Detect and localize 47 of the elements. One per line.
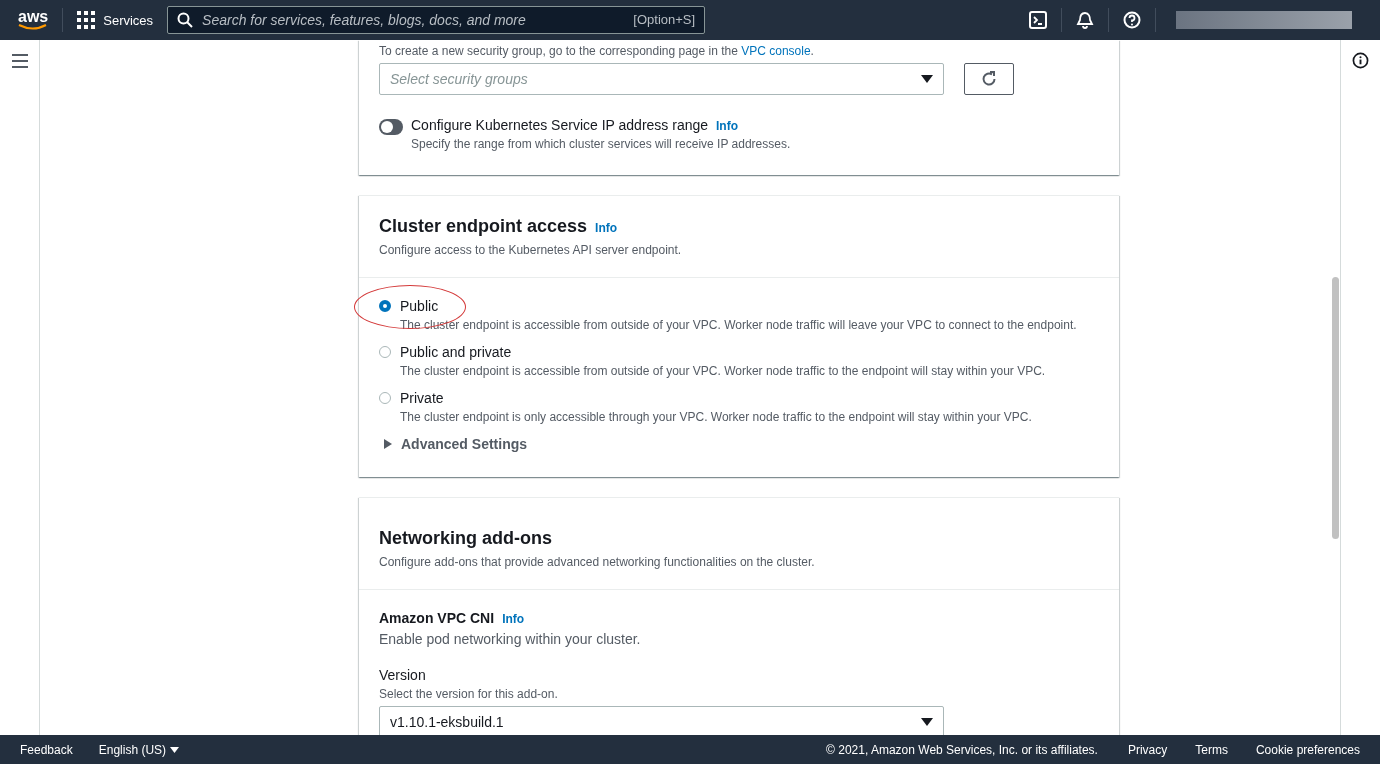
radio-button[interactable] (379, 392, 391, 404)
feedback-link[interactable]: Feedback (20, 742, 73, 757)
option-description: The cluster endpoint is accessible from outside of your VPC. Worker node traffic to the endpoint will stay within your VPC. (400, 364, 1046, 378)
scrollbar-thumb[interactable] (1331, 277, 1339, 539)
vpc-console-link[interactable]: VPC console (741, 44, 811, 58)
language-selector[interactable]: English (US) (98, 742, 180, 757)
refresh-button[interactable] (964, 63, 1014, 95)
option-label: Private (400, 390, 445, 406)
terminal-icon[interactable] (1029, 11, 1047, 29)
caret-icon (384, 439, 392, 449)
caret-icon (170, 746, 180, 753)
advanced-settings-expander[interactable]: Advanced Settings (384, 436, 528, 452)
field-label: Version (379, 667, 427, 683)
info-link[interactable]: Info (716, 119, 739, 133)
info-icon[interactable] (1352, 52, 1369, 69)
option-label: Public and private (400, 344, 513, 360)
section-description: Configure add-ons that provide advanced networking functionalities on the cluster. (379, 555, 816, 569)
keyboard-shortcut: [Option+S] (633, 12, 696, 27)
bell-icon[interactable] (1076, 11, 1094, 29)
info-link[interactable]: Info (595, 221, 618, 235)
footer-link[interactable]: Privacy (1127, 742, 1168, 757)
option-description: The cluster endpoint is only accessible through your VPC. Worker node traffic to the endpoint will stay within your VPC. (400, 410, 1032, 424)
radio-button[interactable] (379, 300, 391, 312)
addon-description: Enable pod networking within your cluster. (379, 631, 642, 647)
addon-name: Amazon VPC CNI (379, 610, 495, 626)
caret-icon (921, 75, 933, 83)
caret-icon (921, 718, 933, 726)
menu-icon[interactable] (11, 54, 28, 68)
toggle-switch[interactable] (379, 119, 403, 135)
toggle-label: Configure Kubernetes Service IP address range (411, 117, 709, 133)
footer-link[interactable]: Cookie preferences (1255, 742, 1360, 757)
footer-link[interactable]: Terms (1195, 742, 1228, 757)
grid-icon (77, 11, 96, 29)
toggle-description: Specify the range from which cluster services will receive IP addresses. (411, 137, 791, 151)
copyright-text: © 2021, Amazon Web Services, Inc. or its affiliates. (826, 742, 1098, 757)
aws-logo[interactable]: aws (18, 10, 49, 30)
option-label: Public (400, 298, 440, 314)
section-title: Networking add-ons (379, 528, 553, 549)
info-link[interactable]: Info (502, 612, 525, 626)
refresh-icon (981, 71, 997, 87)
services-menu-button[interactable]: Services (77, 11, 154, 29)
help-icon[interactable] (1123, 11, 1141, 29)
field-hint: Select the version for this add-on. (379, 687, 559, 701)
hint-text: To create a new security group, go to the corresponding page in the VPC console. (379, 44, 815, 58)
section-description: Configure access to the Kubernetes API server endpoint. (379, 243, 683, 257)
radio-button[interactable] (379, 346, 391, 358)
section-title: Cluster endpoint access (379, 216, 588, 237)
